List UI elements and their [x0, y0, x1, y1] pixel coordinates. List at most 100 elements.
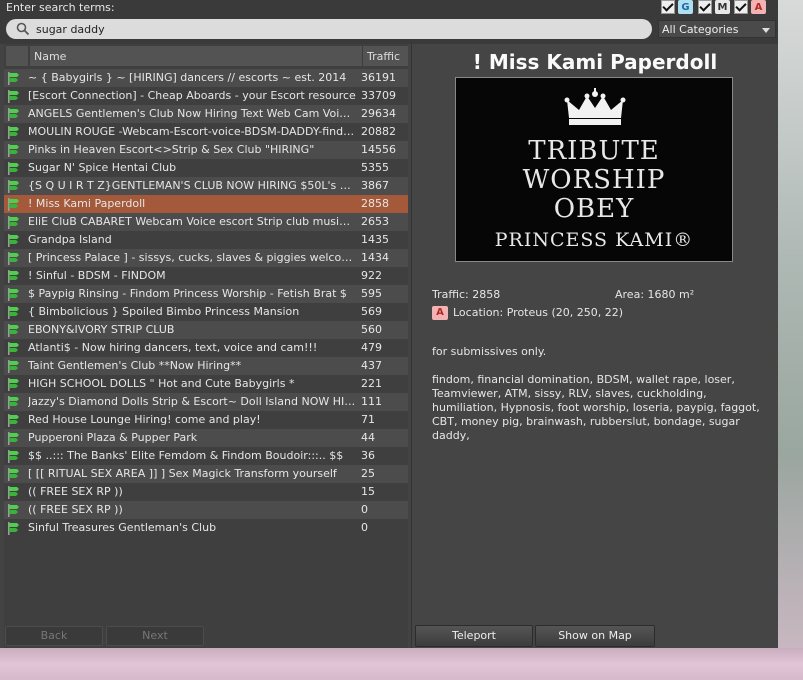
world-scenery: [778, 0, 803, 648]
search-box[interactable]: [6, 19, 652, 39]
world-ground: [0, 648, 803, 680]
traffic-column-label: Traffic: [367, 50, 401, 63]
table-row[interactable]: Taint Gentlemen's Club **Now Hiring** 437: [4, 357, 408, 375]
category-dropdown[interactable]: All Categories: [658, 20, 776, 38]
place-signpost-icon: [8, 180, 19, 193]
row-name: Sugar N' Spice Hentai Club: [28, 161, 177, 174]
row-name: Red House Lounge Hiring! come and play!: [28, 413, 261, 426]
table-row[interactable]: Jazzy's Diamond Dolls Strip & Escort~ Do…: [4, 393, 408, 411]
back-button[interactable]: Back: [5, 626, 103, 646]
table-row[interactable]: EliE CluB CABARET Webcam Voice escort St…: [4, 213, 408, 231]
table-row[interactable]: $$ ..::: The Banks' Elite Femdom & Findo…: [4, 447, 408, 465]
adult-badge: A: [751, 0, 766, 14]
next-button[interactable]: Next: [106, 626, 204, 646]
table-row[interactable]: ! Miss Kami Paperdoll 2858: [4, 195, 408, 213]
row-traffic: 1434: [361, 251, 389, 264]
rating-adult[interactable]: A: [734, 0, 766, 14]
table-row[interactable]: [ Princess Palace ] - sissys, cucks, sla…: [4, 249, 408, 267]
place-signpost-icon: [8, 144, 19, 157]
maturity-badge: A: [432, 306, 448, 320]
moderate-badge: M: [715, 0, 730, 14]
row-traffic: 44: [361, 431, 375, 444]
table-row[interactable]: $ Paypig Rinsing - Findom Princess Worsh…: [4, 285, 408, 303]
teleport-button[interactable]: Teleport: [415, 625, 533, 647]
row-name: EliE CluB CABARET Webcam Voice escort St…: [28, 215, 356, 228]
row-name: [ Princess Palace ] - sissys, cucks, sla…: [28, 251, 356, 264]
results-header: Name Traffic: [4, 46, 408, 66]
place-signpost-icon: [8, 72, 19, 85]
place-signpost-icon: [8, 126, 19, 139]
row-traffic: 437: [361, 359, 382, 372]
table-row[interactable]: MOULIN ROUGE -Webcam-Escort-voice-BDSM-D…: [4, 123, 408, 141]
table-row[interactable]: Atlanti$ - Now hiring dancers, text, voi…: [4, 339, 408, 357]
place-signpost-icon: [8, 450, 19, 463]
place-signpost-icon: [8, 378, 19, 391]
place-signpost-icon: [8, 252, 19, 265]
table-row[interactable]: Pinks in Heaven Escort<>Strip & Sex Club…: [4, 141, 408, 159]
icon-column-header[interactable]: [6, 46, 28, 66]
row-name: EBONY&IVORY STRIP CLUB: [28, 323, 175, 336]
table-row[interactable]: Sinful Treasures Gentleman's Club 0: [4, 519, 408, 537]
place-snapshot: TRIBUTE WORSHIP OBEY PRINCESS KAMI®: [455, 77, 733, 262]
row-traffic: 33709: [361, 89, 396, 102]
row-name: ! Sinful - BDSM - FINDOM: [28, 269, 166, 282]
show-on-map-button[interactable]: Show on Map: [535, 625, 655, 647]
row-name: Jazzy's Diamond Dolls Strip & Escort~ Do…: [28, 395, 356, 408]
traffic-column-header[interactable]: Traffic: [362, 46, 408, 66]
place-signpost-icon: [8, 90, 19, 103]
rating-moderate[interactable]: M: [698, 0, 730, 14]
moderate-checkbox[interactable]: [698, 0, 712, 14]
row-traffic: 0: [361, 521, 368, 534]
location-info: Location: Proteus (20, 250, 22): [453, 306, 624, 319]
general-checkbox[interactable]: [661, 0, 675, 14]
table-row[interactable]: [Escort Connection] - Cheap Aboards - yo…: [4, 87, 408, 105]
table-row[interactable]: EBONY&IVORY STRIP CLUB 560: [4, 321, 408, 339]
row-traffic: 29634: [361, 107, 396, 120]
table-row[interactable]: [ [[ RITUAL SEX AREA ]] ] Sex Magick Tra…: [4, 465, 408, 483]
table-row[interactable]: { Bimbolicious } Spoiled Bimbo Princess …: [4, 303, 408, 321]
category-value: All Categories: [662, 23, 739, 36]
row-traffic: 14556: [361, 143, 396, 156]
place-signpost-icon: [8, 504, 19, 517]
name-column-header[interactable]: Name: [30, 46, 362, 66]
row-traffic: 15: [361, 485, 375, 498]
chevron-down-icon: [762, 28, 770, 33]
row-traffic: 3867: [361, 179, 389, 192]
row-traffic: 2653: [361, 215, 389, 228]
row-traffic: 36: [361, 449, 375, 462]
row-traffic: 569: [361, 305, 382, 318]
results-list: ~ { Babygirls } ~ [HIRING] dancers // es…: [4, 69, 408, 537]
row-traffic: 479: [361, 341, 382, 354]
row-name: Taint Gentlemen's Club **Now Hiring**: [28, 359, 242, 372]
place-signpost-icon: [8, 468, 19, 481]
place-title: ! Miss Kami Paperdoll: [472, 50, 718, 74]
place-signpost-icon: [8, 342, 19, 355]
rating-general[interactable]: G: [661, 0, 693, 14]
row-name: Pinks in Heaven Escort<>Strip & Sex Club…: [28, 143, 315, 156]
row-traffic: 36191: [361, 71, 396, 84]
row-name: (( FREE SEX RP )): [28, 503, 123, 516]
row-traffic: 71: [361, 413, 375, 426]
table-row[interactable]: ! Sinful - BDSM - FINDOM 922: [4, 267, 408, 285]
row-name: Pupperoni Plaza & Pupper Park: [28, 431, 198, 444]
place-signpost-icon: [8, 522, 19, 535]
table-row[interactable]: ~ { Babygirls } ~ [HIRING] dancers // es…: [4, 69, 408, 87]
search-input[interactable]: [36, 21, 636, 37]
row-traffic: 0: [361, 503, 368, 516]
table-row[interactable]: (( FREE SEX RP )) 15: [4, 483, 408, 501]
table-row[interactable]: ANGELS Gentlemen's Club Now Hiring Text …: [4, 105, 408, 123]
adult-checkbox[interactable]: [734, 0, 748, 14]
table-row[interactable]: Red House Lounge Hiring! come and play! 7…: [4, 411, 408, 429]
table-row[interactable]: {S Q U I R T Z}GENTLEMAN'S CLUB NOW HIRI…: [4, 177, 408, 195]
table-row[interactable]: Grandpa Island 1435: [4, 231, 408, 249]
search-label: Enter search terms:: [6, 1, 115, 14]
table-row[interactable]: Sugar N' Spice Hentai Club 5355: [4, 159, 408, 177]
description-intro: for submissives only.: [432, 345, 547, 358]
table-row[interactable]: Pupperoni Plaza & Pupper Park 44: [4, 429, 408, 447]
snapshot-line-2: WORSHIP: [522, 165, 666, 195]
place-signpost-icon: [8, 216, 19, 229]
snapshot-line-3: OBEY: [553, 194, 635, 224]
table-row[interactable]: (( FREE SEX RP )) 0: [4, 501, 408, 519]
table-row[interactable]: HIGH SCHOOL DOLLS " Hot and Cute Babygir…: [4, 375, 408, 393]
row-name: [Escort Connection] - Cheap Aboards - yo…: [28, 89, 356, 102]
